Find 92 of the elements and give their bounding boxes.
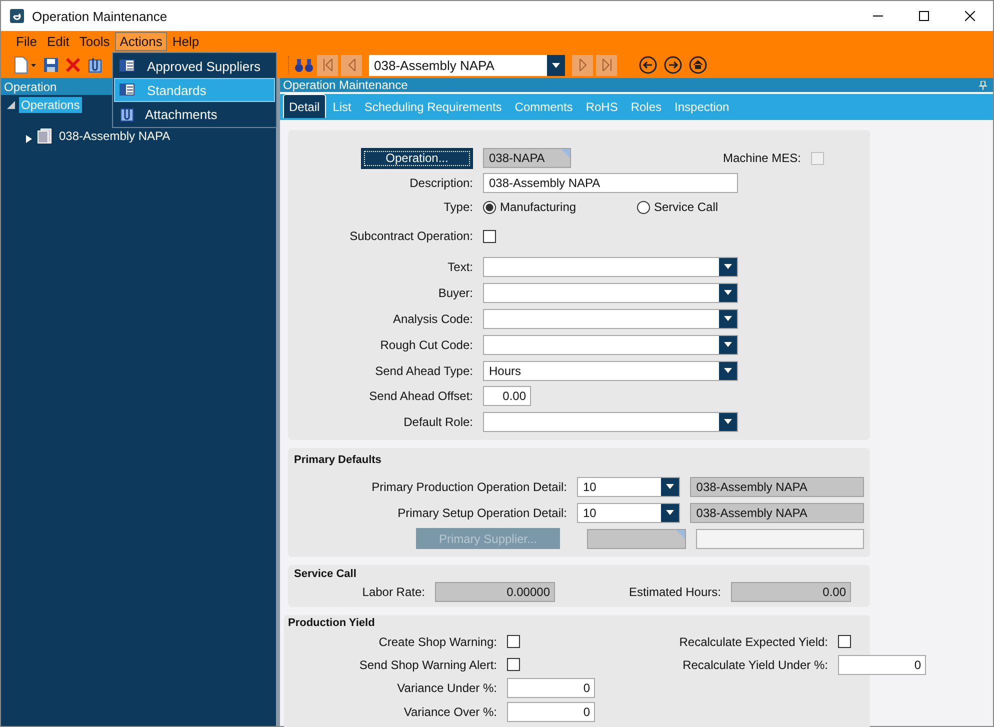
caret-icon — [724, 419, 732, 424]
window-title: Operation Maintenance — [32, 8, 168, 24]
field-label: Description: — [408, 176, 473, 190]
menu-item[interactable]: Approved Suppliers — [114, 54, 275, 78]
pin-icon[interactable] — [979, 80, 987, 90]
option-label: Manufacturing — [500, 200, 576, 214]
dropdown-field[interactable] — [483, 282, 738, 302]
record-dropdown[interactable]: 038-Assembly NAPA — [369, 54, 565, 76]
caret-icon — [552, 62, 560, 68]
menu-item[interactable]: Attachments — [114, 102, 275, 126]
dropdown-field[interactable] — [483, 334, 738, 354]
checkbox[interactable] — [507, 658, 520, 671]
section-title: Service Call — [294, 568, 358, 580]
tree-item[interactable]: 038-Assembly NAPA — [57, 128, 172, 144]
dropdown-field[interactable]: Hours — [483, 360, 738, 380]
tab[interactable]: Detail — [283, 94, 326, 118]
close-icon — [965, 11, 975, 21]
field-label: Recalculate Expected Yield: — [678, 634, 828, 648]
field-label: Send Ahead Offset: — [368, 389, 473, 403]
section-title: Production Yield — [288, 617, 376, 629]
radio-button[interactable] — [483, 200, 496, 214]
expand-arrow-icon[interactable] — [7, 100, 15, 108]
home-button[interactable] — [687, 54, 709, 76]
field-label: Buyer: — [437, 286, 473, 300]
field-label: Create Shop Warning: — [378, 634, 497, 648]
caret-icon — [724, 342, 732, 347]
section-title: Primary Defaults — [294, 454, 382, 466]
caret-icon — [724, 264, 732, 269]
number-field[interactable]: 0.00 — [483, 386, 531, 406]
dropdown-field[interactable]: 10 — [577, 502, 680, 522]
menu-item[interactable]: Actions — [114, 32, 168, 51]
caret-icon — [724, 290, 732, 295]
number-field[interactable]: 0 — [507, 702, 595, 722]
paperclip-icon — [119, 105, 135, 123]
field-label: Variance Over %: — [402, 705, 497, 719]
field-label: Recalculate Yield Under %: — [682, 658, 828, 672]
field-label: Primary Production Operation Detail: — [370, 480, 567, 494]
caret-icon — [666, 484, 674, 489]
field-label: Subcontract Operation: — [348, 229, 473, 243]
search-icon[interactable] — [294, 57, 314, 73]
document-stack-icon — [37, 128, 53, 144]
description-field: 038-Assembly NAPA — [690, 502, 864, 522]
number-field: 0.00 — [731, 582, 851, 602]
menu-item[interactable]: File — [11, 32, 42, 51]
field-label: Type: — [442, 200, 473, 214]
maximize-icon — [919, 11, 929, 21]
field-label: Analysis Code: — [392, 312, 473, 326]
number-field[interactable]: 0 — [507, 678, 595, 698]
attachment-icon[interactable] — [87, 56, 103, 74]
checkbox[interactable] — [838, 635, 851, 648]
new-document-icon[interactable] — [13, 56, 37, 74]
caret-icon — [666, 510, 674, 515]
checkbox[interactable] — [483, 230, 496, 242]
dropdown-field[interactable]: 10 — [577, 476, 680, 496]
number-field: 0.00000 — [435, 582, 555, 602]
dropdown-field[interactable] — [483, 308, 738, 328]
menu-item[interactable]: Tools — [74, 32, 115, 51]
field-label: Send Ahead Type: — [374, 364, 473, 378]
option-label: Service Call — [654, 200, 718, 214]
field-label: Labor Rate: — [361, 585, 425, 599]
field-label: Primary Setup Operation Detail: — [396, 506, 567, 520]
forward-button[interactable] — [662, 54, 684, 76]
next-icon — [578, 59, 586, 71]
expand-arrow-icon[interactable] — [25, 134, 33, 144]
previous-icon — [348, 59, 356, 71]
text-field[interactable]: 038-Assembly NAPA — [483, 173, 738, 193]
dropdown-field[interactable] — [483, 412, 738, 432]
field-label: Send Shop Warning Alert: — [358, 658, 497, 672]
field-label: Machine MES: — [722, 151, 801, 165]
back-button[interactable] — [637, 54, 659, 76]
dropdown-field[interactable] — [483, 256, 738, 276]
field-label: Variance Under %: — [396, 681, 497, 695]
field-label: Default Role: — [402, 414, 473, 428]
last-icon — [602, 59, 612, 71]
first-icon — [322, 59, 332, 71]
field-label: Rough Cut Code: — [379, 338, 473, 352]
operation-button[interactable]: Operation... — [361, 148, 473, 168]
checkbox[interactable] — [507, 635, 520, 648]
caret-icon — [724, 368, 732, 373]
panel-header: Operation Maintenance — [280, 78, 993, 92]
menu-item[interactable]: Edit — [42, 32, 74, 51]
field-label: Text: — [446, 260, 473, 274]
description-field: 038-Assembly NAPA — [690, 476, 864, 496]
radio-button[interactable] — [637, 200, 650, 214]
save-icon[interactable] — [43, 57, 59, 73]
caret-icon — [724, 316, 732, 321]
operation-field[interactable]: 038-NAPA — [483, 148, 571, 168]
app-logo-icon — [10, 9, 24, 23]
supplier-id-field[interactable] — [586, 528, 686, 548]
number-field[interactable]: 0 — [838, 655, 926, 675]
menu-item[interactable]: Help — [167, 32, 204, 51]
field-label: Estimated Hours: — [628, 585, 721, 599]
